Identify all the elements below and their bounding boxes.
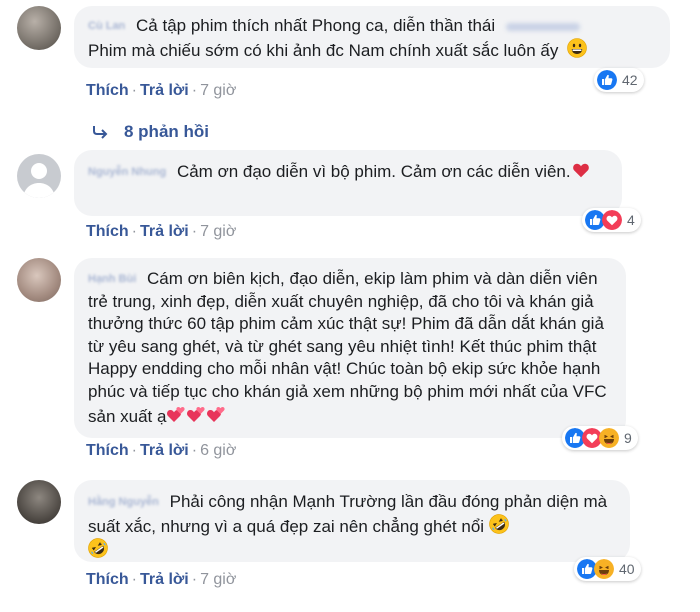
like-link[interactable]: Thích — [86, 223, 129, 240]
view-replies-link[interactable]: 8 phản hồi — [92, 122, 209, 142]
comment-time[interactable]: 7 giờ — [200, 223, 236, 240]
avatar[interactable] — [17, 154, 61, 198]
comment-text-line2: Phim mà chiếu sớm có khi ảnh đc Nam chín… — [88, 40, 559, 60]
comment-text: Cám ơn biên kịch, đạo diễn, ekip làm phi… — [88, 269, 607, 426]
haha-icon — [599, 428, 619, 448]
comment-author[interactable]: Hằng Nguyễn — [88, 491, 159, 514]
two-hearts-emoji — [186, 404, 206, 424]
reply-link[interactable]: Trả lời — [140, 571, 189, 588]
comment-bubble: Hạnh Bùi Cám ơn biên kịch, đạo diễn, eki… — [74, 258, 626, 438]
comment-actions: Thích · Trả lời · 7 giờ — [86, 82, 237, 99]
two-hearts-emoji — [206, 404, 226, 424]
comment-bubble: Hằng Nguyễn Phải công nhận Mạnh Trường l… — [74, 480, 630, 562]
heart-emoji — [572, 161, 590, 179]
comment-text: Cảm ơn đạo diễn vì bộ phim. Cảm ơn các d… — [176, 162, 571, 181]
like-link[interactable]: Thích — [86, 442, 129, 459]
reaction-summary[interactable]: 4 — [582, 208, 641, 232]
reaction-count: 9 — [624, 430, 632, 446]
reaction-count: 42 — [622, 72, 638, 88]
avatar[interactable] — [17, 6, 61, 50]
comment-author[interactable]: Hạnh Bùi — [88, 268, 136, 291]
reaction-summary[interactable]: 9 — [562, 426, 638, 450]
comment-time[interactable]: 6 giờ — [200, 442, 236, 459]
haha-icon — [594, 559, 614, 579]
reaction-count: 4 — [627, 212, 635, 228]
comment-time[interactable]: 7 giờ — [200, 82, 236, 99]
comment-text: Phải công nhận Mạnh Trường lần đầu đóng … — [88, 492, 608, 536]
rofl-emoji — [489, 514, 509, 534]
reply-link[interactable]: Trả lời — [140, 442, 189, 459]
two-hearts-emoji — [166, 404, 186, 424]
reply-link[interactable]: Trả lời — [140, 82, 189, 99]
replies-count: 8 phản hồi — [124, 122, 209, 141]
reply-link[interactable]: Trả lời — [140, 223, 189, 240]
comment-text: Cả tập phim thích nhất Phong ca, diễn th… — [136, 16, 496, 35]
grin-emoji — [567, 38, 587, 58]
comment-actions: Thích · Trả lời · 7 giờ — [86, 223, 237, 240]
reaction-summary[interactable]: 42 — [594, 68, 644, 92]
avatar[interactable] — [17, 258, 61, 302]
default-avatar-icon — [23, 163, 55, 198]
redacted-mention — [505, 22, 580, 31]
comment-bubble: Nguyễn Nhung Cảm ơn đạo diễn vì bộ phim.… — [74, 150, 622, 216]
reaction-count: 40 — [619, 561, 635, 577]
comment-actions: Thích · Trả lời · 7 giờ — [86, 571, 237, 588]
like-icon — [597, 70, 617, 90]
like-link[interactable]: Thích — [86, 82, 129, 99]
like-link[interactable]: Thích — [86, 571, 129, 588]
love-icon — [602, 210, 622, 230]
comment-time[interactable]: 7 giờ — [200, 571, 236, 588]
reaction-summary[interactable]: 40 — [574, 557, 641, 581]
avatar[interactable] — [17, 480, 61, 524]
comment-author[interactable]: Nguyễn Nhung — [88, 161, 166, 184]
comment-bubble: Cù Lan Cả tập phim thích nhất Phong ca, … — [74, 6, 670, 68]
comment-author[interactable]: Cù Lan — [88, 15, 125, 38]
reply-arrow-icon — [93, 126, 108, 139]
rofl-emoji — [88, 538, 108, 558]
comment-actions: Thích · Trả lời · 6 giờ — [86, 442, 237, 459]
